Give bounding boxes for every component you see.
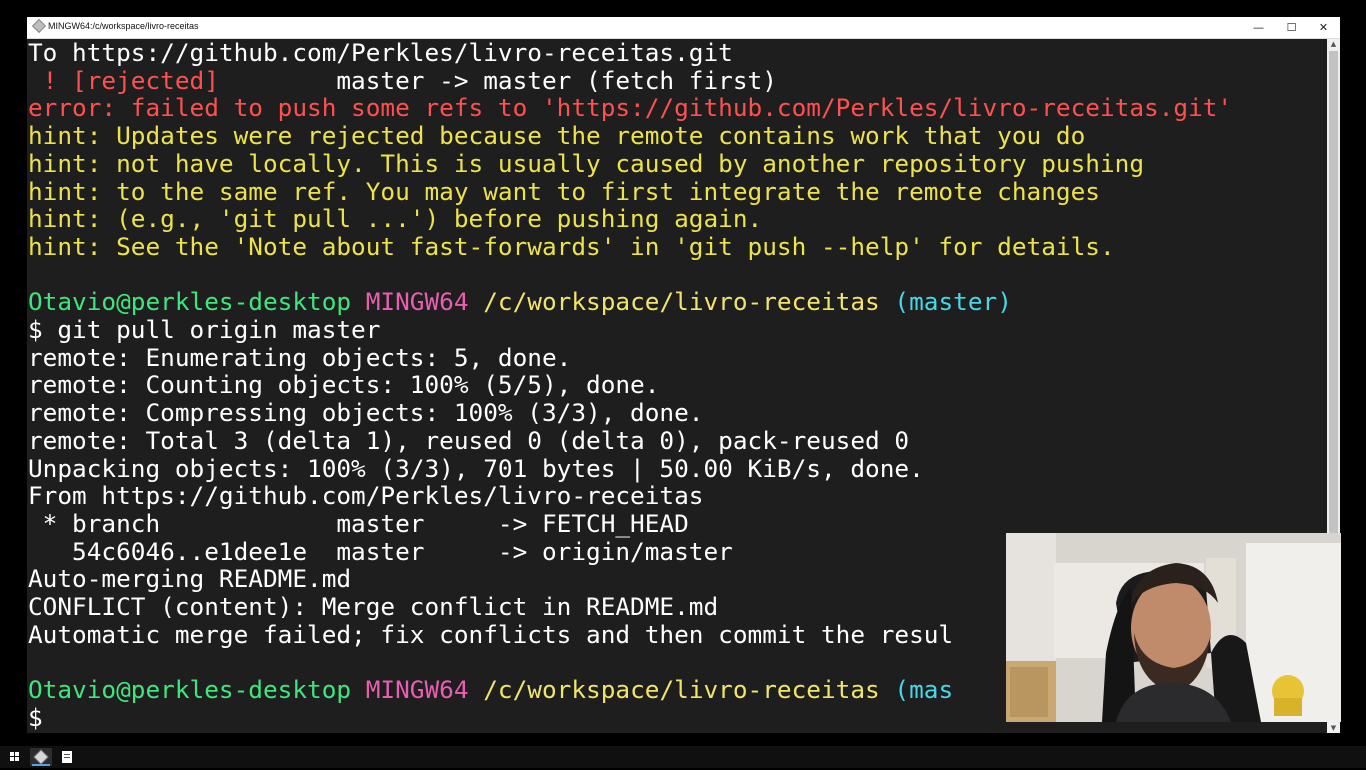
terminal-line: Otavio@perkles-desktop MINGW64 /c/worksp…	[28, 676, 953, 704]
terminal-line: error: failed to push some refs to 'http…	[28, 94, 1232, 122]
terminal-line: hint: not have locally. This is usually …	[28, 148, 1145, 178]
terminal-text-segment: Unpacking objects: 100% (3/3), 701 bytes…	[28, 453, 924, 483]
terminal-text-segment: $ git pull origin master	[28, 315, 381, 344]
terminal-line: remote: Counting objects: 100% (5/5), do…	[28, 371, 659, 399]
terminal-line: * branch master -> FETCH_HEAD	[28, 508, 689, 538]
terminal-line: Auto-merging README.md	[28, 565, 351, 593]
git-bash-icon	[31, 18, 47, 34]
terminal-text-segment: remote: Enumerating objects: 5, done.	[28, 342, 572, 372]
window-title: MINGW64:/c/workspace/livro-receitas	[48, 21, 199, 31]
close-button[interactable]: ✕	[1307, 17, 1340, 38]
terminal-text-segment: $	[28, 702, 43, 732]
terminal-text-segment: hint: Updates were rejected because the …	[28, 121, 1086, 151]
terminal-text-segment: remote: Counting objects: 100% (5/5), do…	[28, 370, 660, 400]
webcam-person-image	[1006, 533, 1341, 722]
terminal-line: 54c6046..e1dee1e master -> origin/master	[28, 536, 733, 566]
terminal-text-segment: remote: Total 3 (delta 1), reused 0 (del…	[28, 425, 910, 455]
minimize-button[interactable]: —	[1242, 17, 1275, 38]
terminal-text-segment: Auto-merging README.md	[28, 564, 352, 594]
terminal-text-segment: remote: Compressing objects: 100% (3/3),…	[28, 398, 704, 428]
terminal-text-segment: To https://github.com/Perkles/livro-rece…	[28, 39, 733, 67]
terminal-text-segment: Otavio@perkles-desktop	[28, 287, 366, 317]
terminal-text-segment: /c/workspace/livro-receitas	[483, 287, 895, 317]
terminal-line: ! [rejected] master -> master (fetch fir…	[28, 65, 777, 95]
scroll-up-icon[interactable]: ▲	[1327, 39, 1340, 49]
terminal-line: $ git pull origin master	[28, 316, 380, 344]
terminal-text-segment: From https://github.com/Perkles/livro-re…	[28, 481, 704, 511]
terminal-text-segment: hint: to the same ref. You may want to f…	[28, 176, 1100, 206]
terminal-text-segment: ! [rejected]	[28, 65, 337, 95]
terminal-text-segment: hint: (e.g., 'git pull ...') before push…	[28, 204, 763, 234]
terminal-text-segment: hint: See the 'Note about fast-forwards'…	[28, 231, 1115, 261]
terminal-text-segment: (mas	[894, 675, 954, 705]
terminal-text-segment: CONFLICT (content): Merge conflict in RE…	[28, 592, 719, 621]
taskbar	[0, 746, 1366, 768]
terminal-line: Otavio@perkles-desktop MINGW64 /c/worksp…	[28, 288, 1012, 316]
terminal-text-segment: Otavio@perkles-desktop	[28, 675, 366, 705]
terminal-text-segment: (master)	[894, 287, 1012, 317]
terminal-text-segment: master -> master (fetch first)	[336, 65, 777, 95]
terminal-line: remote: Total 3 (delta 1), reused 0 (del…	[28, 425, 910, 455]
title-bar[interactable]: MINGW64:/c/workspace/livro-receitas — ☐ …	[27, 17, 1340, 39]
terminal-line: To https://github.com/Perkles/livro-rece…	[28, 39, 733, 67]
terminal-text-segment: * branch master -> FETCH_HEAD	[28, 508, 689, 538]
terminal-text-segment: Automatic merge failed; fix conflicts an…	[28, 619, 954, 649]
terminal-line: Automatic merge failed; fix conflicts an…	[28, 619, 954, 649]
terminal-line: remote: Compressing objects: 100% (3/3),…	[28, 399, 703, 427]
terminal-line: hint: Updates were rejected because the …	[28, 122, 1085, 150]
scroll-down-icon[interactable]: ▼	[1327, 723, 1340, 733]
terminal-line: $	[28, 702, 43, 732]
terminal-line: From https://github.com/Perkles/livro-re…	[28, 482, 703, 510]
terminal-line: hint: See the 'Note about fast-forwards'…	[28, 231, 1115, 261]
terminal-text-segment: /c/workspace/livro-receitas	[483, 675, 895, 705]
terminal-line: hint: (e.g., 'git pull ...') before push…	[28, 205, 762, 233]
webcam-overlay	[1006, 533, 1341, 722]
git-bash-taskbar-icon[interactable]	[30, 748, 52, 766]
terminal-text-segment: MINGW64	[365, 287, 484, 317]
maximize-button[interactable]: ☐	[1275, 17, 1308, 38]
terminal-line: CONFLICT (content): Merge conflict in RE…	[28, 593, 718, 621]
notepad-taskbar-icon[interactable]	[56, 748, 78, 766]
terminal-line: hint: to the same ref. You may want to f…	[28, 176, 1100, 206]
terminal-line: remote: Enumerating objects: 5, done.	[28, 342, 572, 372]
terminal-text-segment: MINGW64	[365, 675, 484, 705]
terminal-text-segment: 54c6046..e1dee1e master -> origin/master	[28, 536, 733, 566]
terminal-text-segment: hint: not have locally. This is usually …	[28, 148, 1145, 178]
windows-start-icon[interactable]	[4, 748, 26, 766]
terminal-text-segment: error: failed to push some refs to 'http…	[28, 93, 1233, 123]
terminal-line: Unpacking objects: 100% (3/3), 701 bytes…	[28, 453, 924, 483]
